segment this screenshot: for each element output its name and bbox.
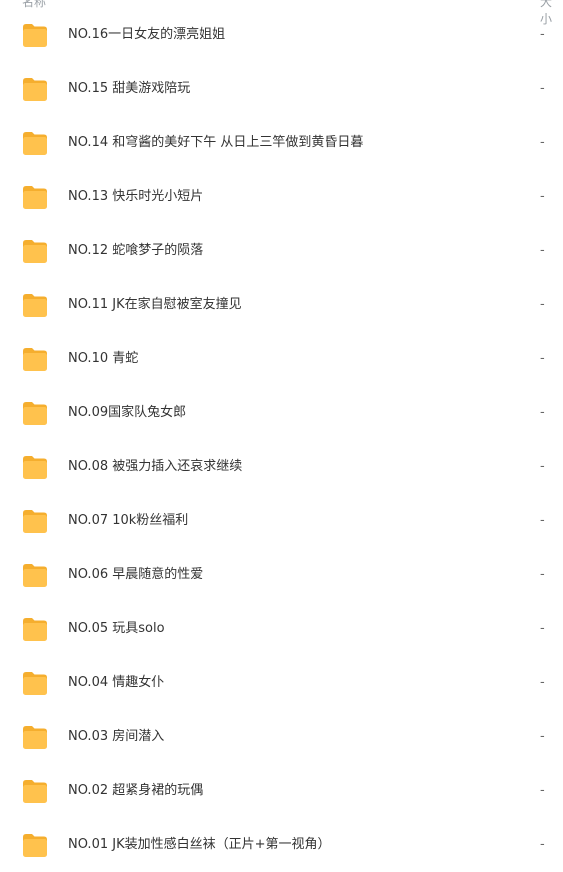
file-name[interactable]: NO.15 甜美游戏陪玩 <box>68 80 190 98</box>
file-name[interactable]: NO.10 青蛇 <box>68 350 138 368</box>
file-row[interactable]: NO.03 房间潜入 - <box>0 710 563 764</box>
file-row[interactable]: NO.12 蛇喰梦子的陨落 - <box>0 224 563 278</box>
file-size: - <box>540 675 545 690</box>
file-size: - <box>540 351 545 366</box>
folder-icon[interactable] <box>22 131 48 156</box>
file-size: - <box>540 783 545 798</box>
file-list: NO.16一日女友的漂亮姐姐 - NO.15 甜美游戏陪玩 - NO.14 和穹酱的美好… <box>0 8 563 872</box>
file-row[interactable]: NO.14 和穹酱的美好下午 从日上三竿做到黄昏日暮 - <box>0 116 563 170</box>
folder-icon[interactable] <box>22 779 48 804</box>
file-name[interactable]: NO.16一日女友的漂亮姐姐 <box>68 26 225 44</box>
file-name[interactable]: NO.03 房间潜入 <box>68 728 164 746</box>
file-row[interactable]: NO.04 情趣女仆 - <box>0 656 563 710</box>
file-name[interactable]: NO.09国家队兔女郎 <box>68 404 186 422</box>
file-name[interactable]: NO.07 10k粉丝福利 <box>68 512 188 530</box>
file-size: - <box>540 27 545 42</box>
folder-icon[interactable] <box>22 563 48 588</box>
folder-icon[interactable] <box>22 455 48 480</box>
folder-icon[interactable] <box>22 185 48 210</box>
file-size: - <box>540 135 545 150</box>
file-size: - <box>540 513 545 528</box>
file-name[interactable]: NO.04 情趣女仆 <box>68 674 164 692</box>
folder-icon[interactable] <box>22 239 48 264</box>
file-row[interactable]: NO.01 JK装加性感白丝袜（正片+第一视角） - <box>0 818 563 872</box>
file-size: - <box>540 243 545 258</box>
folder-icon[interactable] <box>22 347 48 372</box>
file-name[interactable]: NO.08 被强力插入还哀求继续 <box>68 458 242 476</box>
file-row[interactable]: NO.05 玩具solo - <box>0 602 563 656</box>
file-name[interactable]: NO.11 JK在家自慰被室友撞见 <box>68 296 242 314</box>
file-name[interactable]: NO.14 和穹酱的美好下午 从日上三竿做到黄昏日暮 <box>68 134 363 152</box>
file-row[interactable]: NO.10 青蛇 - <box>0 332 563 386</box>
file-row[interactable]: NO.02 超紧身裙的玩偶 - <box>0 764 563 818</box>
folder-icon[interactable] <box>22 401 48 426</box>
file-name[interactable]: NO.06 早晨随意的性爱 <box>68 566 203 584</box>
file-size: - <box>540 405 545 420</box>
folder-icon[interactable] <box>22 671 48 696</box>
file-size: - <box>540 837 545 852</box>
folder-icon[interactable] <box>22 23 48 48</box>
file-row[interactable]: NO.16一日女友的漂亮姐姐 - <box>0 8 563 62</box>
file-name[interactable]: NO.12 蛇喰梦子的陨落 <box>68 242 203 260</box>
file-size: - <box>540 189 545 204</box>
file-name[interactable]: NO.02 超紧身裙的玩偶 <box>68 782 203 800</box>
folder-icon[interactable] <box>22 617 48 642</box>
file-row[interactable]: NO.06 早晨随意的性爱 - <box>0 548 563 602</box>
file-name[interactable]: NO.13 快乐时光小短片 <box>68 188 203 206</box>
folder-icon[interactable] <box>22 725 48 750</box>
file-size: - <box>540 729 545 744</box>
file-row[interactable]: NO.11 JK在家自慰被室友撞见 - <box>0 278 563 332</box>
file-row[interactable]: NO.09国家队兔女郎 - <box>0 386 563 440</box>
file-size: - <box>540 567 545 582</box>
folder-icon[interactable] <box>22 77 48 102</box>
folder-icon[interactable] <box>22 509 48 534</box>
file-size: - <box>540 297 545 312</box>
file-row[interactable]: NO.15 甜美游戏陪玩 - <box>0 62 563 116</box>
folder-icon[interactable] <box>22 833 48 858</box>
file-row[interactable]: NO.07 10k粉丝福利 - <box>0 494 563 548</box>
file-name[interactable]: NO.05 玩具solo <box>68 620 165 638</box>
file-row[interactable]: NO.08 被强力插入还哀求继续 - <box>0 440 563 494</box>
file-size: - <box>540 81 545 96</box>
file-size: - <box>540 459 545 474</box>
folder-icon[interactable] <box>22 293 48 318</box>
file-size: - <box>540 621 545 636</box>
file-row[interactable]: NO.13 快乐时光小短片 - <box>0 170 563 224</box>
file-name[interactable]: NO.01 JK装加性感白丝袜（正片+第一视角） <box>68 836 331 854</box>
